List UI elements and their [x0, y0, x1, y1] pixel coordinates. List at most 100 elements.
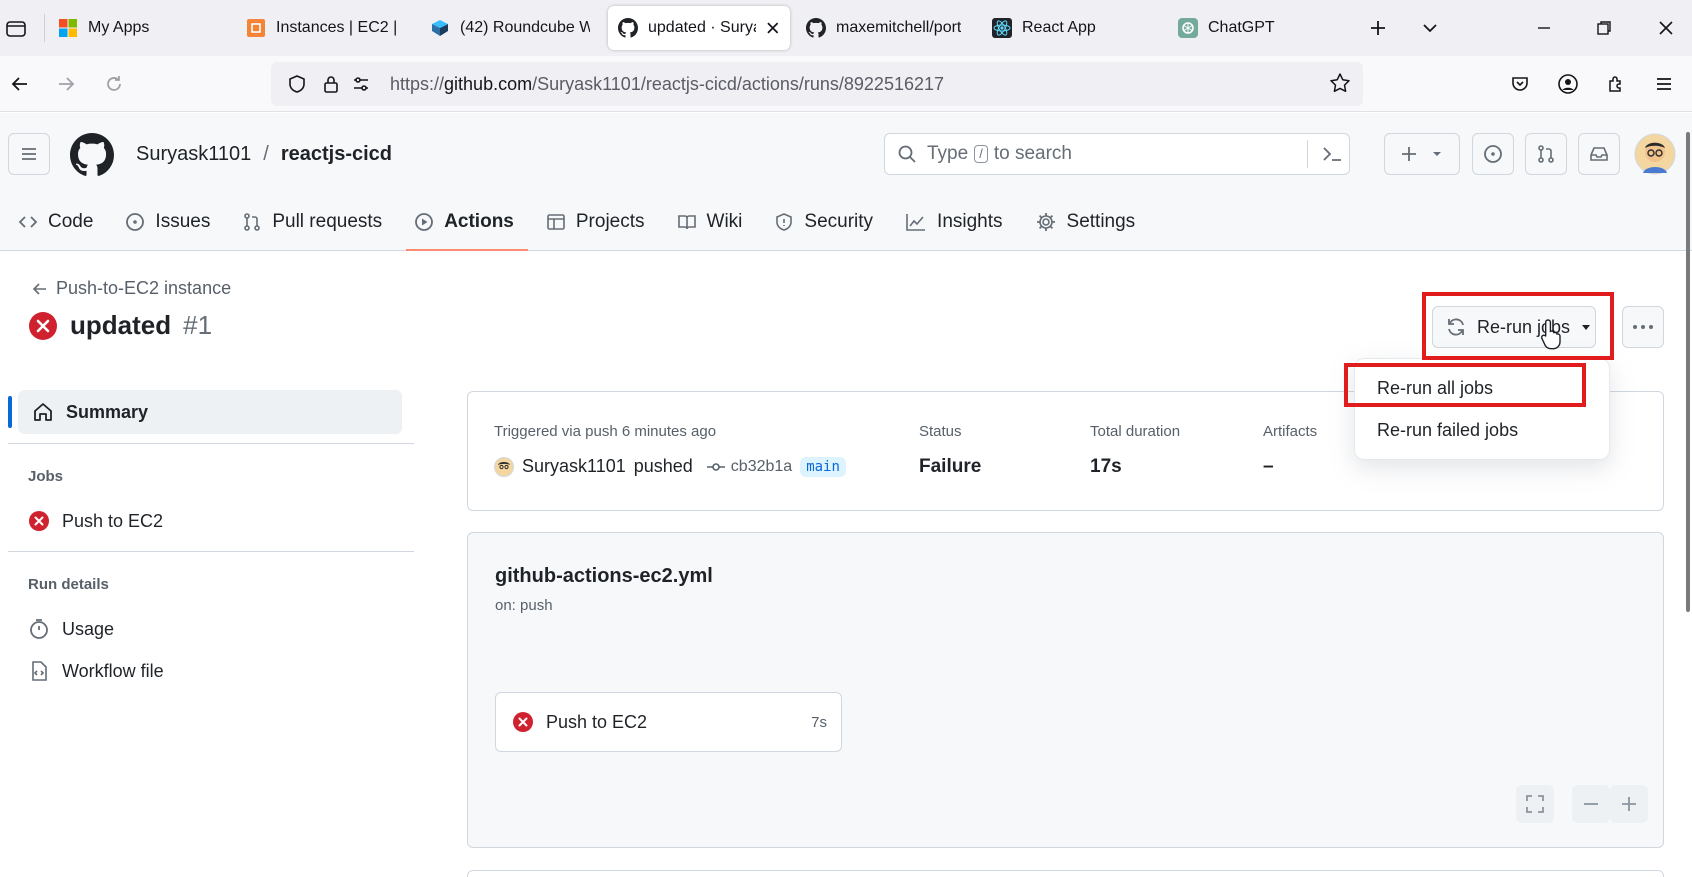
tab-label: Wiki — [706, 211, 743, 232]
failure-icon — [29, 311, 57, 340]
next-card-edge — [467, 870, 1664, 877]
new-tab-icon[interactable] — [1362, 12, 1394, 44]
tab-settings[interactable]: Settings — [1017, 193, 1150, 251]
duration-value: 17s — [1090, 456, 1122, 477]
tab-label: Settings — [1066, 211, 1136, 232]
tab-projects[interactable]: Projects — [528, 193, 659, 251]
stopwatch-icon — [30, 619, 48, 639]
close-window-icon[interactable] — [1650, 12, 1682, 44]
tab-my-apps[interactable]: My Apps — [48, 6, 228, 50]
tab-actions[interactable]: Actions — [396, 193, 528, 251]
rerun-jobs-button[interactable]: Re-run jobs — [1432, 306, 1596, 348]
commit-sha-link[interactable]: cb32b1a — [706, 457, 793, 476]
job-node[interactable]: Push to EC2 7s — [495, 692, 842, 752]
close-tab-icon[interactable] — [766, 21, 780, 35]
global-menu-icon[interactable] — [8, 133, 50, 175]
issue-icon — [1484, 145, 1502, 163]
restore-window-icon[interactable] — [1588, 12, 1620, 44]
tab-label: Instances | EC2 | us — [276, 19, 396, 36]
address-bar[interactable]: https://github.com/Suryask1101/reactjs-c… — [271, 62, 1363, 106]
inbox-icon — [1590, 147, 1608, 161]
tab-code[interactable]: Code — [0, 193, 107, 251]
tab-insights[interactable]: Insights — [887, 193, 1016, 251]
workflow-file-name[interactable]: github-actions-ec2.yml — [495, 565, 713, 588]
react-icon — [992, 18, 1012, 38]
tab-label: Insights — [937, 211, 1003, 232]
app-menu-icon[interactable] — [1648, 68, 1680, 100]
page-scrollbar[interactable] — [1686, 132, 1690, 612]
github-icon — [806, 18, 826, 38]
menu-item-rerun-failed-jobs[interactable]: Re-run failed jobs — [1355, 409, 1609, 451]
shield-tracking-icon[interactable] — [285, 72, 309, 96]
menu-item-rerun-all-jobs[interactable]: Re-run all jobs — [1355, 367, 1609, 409]
plus-icon — [1402, 147, 1441, 161]
artifacts-label: Artifacts — [1263, 423, 1318, 440]
sidebar-item-workflow-file[interactable]: Workflow file — [28, 660, 164, 682]
tab-wiki[interactable]: Wiki — [659, 193, 757, 251]
sidebar-divider — [8, 551, 414, 552]
minimize-window-icon[interactable] — [1528, 12, 1560, 44]
tab-maxemitchell[interactable]: maxemitchell/port — [796, 6, 976, 50]
pocket-icon[interactable] — [1504, 68, 1536, 100]
page-title: updated #1 — [28, 310, 212, 341]
tab-react-app[interactable]: React App — [982, 6, 1162, 50]
arrow-left-icon — [32, 282, 46, 295]
list-tabs-icon[interactable] — [1414, 12, 1446, 44]
zoom-out-button[interactable] — [1572, 785, 1610, 823]
repo-owner-link[interactable]: Suryask1101 — [136, 143, 251, 166]
command-palette-icon[interactable] — [1321, 144, 1343, 164]
sidebar-item-label: Workflow file — [62, 660, 164, 681]
bookmark-star-icon[interactable] — [1329, 72, 1351, 94]
back-to-workflow-link[interactable]: Push-to-EC2 instance — [32, 278, 231, 299]
account-icon[interactable] — [1552, 68, 1584, 100]
sidebar-item-usage[interactable]: Usage — [28, 618, 114, 640]
commit-sha: cb32b1a — [730, 457, 793, 475]
sidebar-item-summary[interactable]: Summary — [8, 390, 402, 434]
job-duration: 7s — [811, 713, 827, 731]
push-action: pushed — [633, 456, 693, 476]
play-icon — [415, 213, 434, 231]
branch-badge[interactable]: main — [800, 456, 846, 477]
issues-button[interactable] — [1472, 133, 1514, 175]
status-label: Status — [919, 423, 962, 440]
tab-overview-icon[interactable] — [0, 12, 32, 44]
repo-name-link[interactable]: reactjs-cicd — [281, 143, 392, 166]
tab-updated-run[interactable]: updated · Surya — [608, 6, 790, 50]
inbox-button[interactable] — [1578, 133, 1620, 175]
duration-label: Total duration — [1090, 423, 1181, 440]
avatar[interactable] — [494, 456, 514, 477]
actor-link[interactable]: Suryask1101 — [522, 456, 626, 477]
tab-issues[interactable]: Issues — [107, 193, 224, 251]
reload-icon[interactable] — [98, 68, 130, 100]
microsoft-icon — [59, 19, 77, 37]
forward-icon[interactable] — [50, 68, 82, 100]
sidebar-divider — [8, 443, 414, 444]
graph-icon — [906, 214, 926, 231]
aws-icon — [247, 19, 265, 37]
tab-ec2-instances[interactable]: Instances | EC2 | us — [236, 6, 406, 50]
sidebar-item-job[interactable]: Push to EC2 — [28, 510, 163, 532]
issue-icon — [126, 213, 145, 231]
back-icon[interactable] — [4, 68, 36, 100]
extensions-icon[interactable] — [1600, 68, 1632, 100]
fullscreen-button[interactable] — [1516, 785, 1554, 823]
tab-roundcube[interactable]: (42) Roundcube W — [420, 6, 600, 50]
back-link-label: Push-to-EC2 instance — [56, 278, 232, 298]
tab-label: Pull requests — [272, 211, 383, 232]
avatar[interactable] — [1634, 133, 1676, 175]
search-input[interactable]: Type / to search — [884, 133, 1350, 175]
github-logo-icon[interactable] — [70, 133, 114, 177]
tab-chatgpt[interactable]: ChatGPT — [1168, 6, 1348, 50]
tab-pull-requests[interactable]: Pull requests — [224, 193, 396, 251]
sync-icon — [1448, 318, 1464, 336]
create-new-button[interactable] — [1384, 133, 1460, 175]
lock-icon[interactable] — [319, 72, 343, 96]
tab-security[interactable]: Security — [756, 193, 887, 251]
home-icon — [34, 403, 52, 421]
pull-request-icon — [1538, 145, 1554, 163]
pull-requests-button[interactable] — [1525, 133, 1567, 175]
more-options-button[interactable] — [1622, 306, 1664, 348]
table-icon — [547, 214, 565, 230]
zoom-in-button[interactable] — [1610, 785, 1648, 823]
permissions-icon[interactable] — [349, 72, 373, 96]
